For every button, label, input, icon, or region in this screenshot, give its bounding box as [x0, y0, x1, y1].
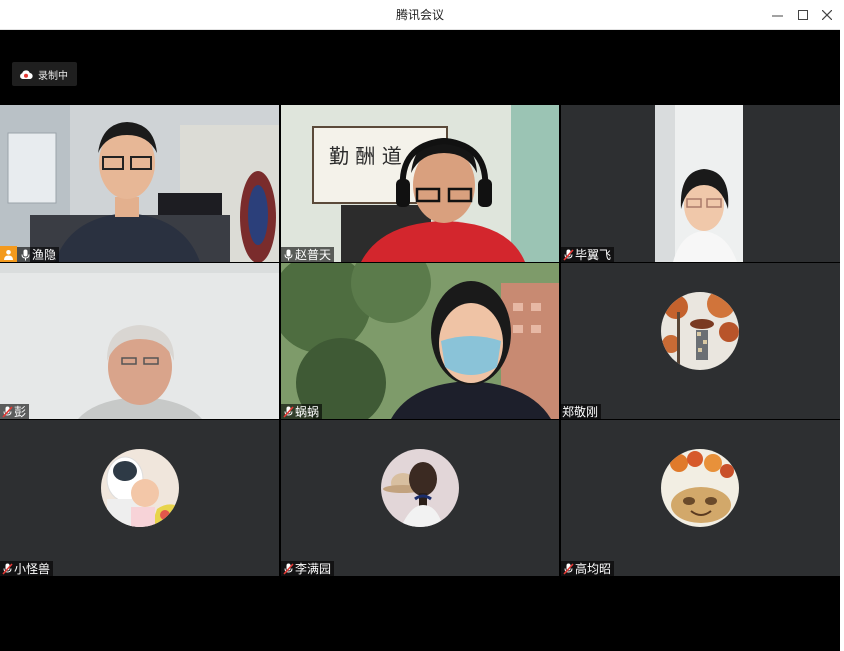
- participant-label: 郑敬刚: [561, 404, 602, 419]
- participant-label: 李满园: [281, 561, 335, 576]
- close-button[interactable]: [814, 0, 840, 30]
- close-icon: [822, 10, 832, 20]
- mic-muted-icon: [0, 561, 14, 576]
- participant-label: 赵普天: [281, 247, 335, 262]
- window-edge: [840, 0, 844, 651]
- participant-tile[interactable]: 渔隐: [0, 105, 279, 262]
- participant-tile[interactable]: 高均昭: [561, 420, 840, 576]
- participant-name: 郑敬刚: [562, 405, 599, 419]
- avatar: [381, 449, 459, 527]
- participant-name: 李满园: [295, 562, 332, 576]
- minimize-button[interactable]: [764, 0, 790, 30]
- mic-icon: [18, 247, 32, 262]
- participant-video: 勤 酬 道: [281, 105, 559, 262]
- participant-tile[interactable]: 郑敬刚: [561, 263, 840, 419]
- participant-tile[interactable]: 勤 酬 道 赵普天: [281, 105, 559, 262]
- participant-label: 蜗蜗: [281, 404, 323, 419]
- participant-tile[interactable]: 李满园: [281, 420, 559, 576]
- mic-muted-icon: [561, 561, 575, 576]
- title-bar: 腾讯会议: [0, 0, 840, 30]
- mic-muted-icon: [561, 247, 575, 262]
- participant-video: [0, 263, 279, 419]
- participant-tile[interactable]: 彭: [0, 263, 279, 419]
- participant-name: 毕翼飞: [575, 248, 612, 262]
- participant-name: 渔隐: [32, 248, 57, 262]
- participant-tile[interactable]: 小怪兽: [0, 420, 279, 576]
- maximize-button[interactable]: [790, 0, 816, 30]
- mic-muted-icon: [281, 404, 295, 419]
- avatar: [661, 292, 739, 370]
- avatar: [661, 449, 739, 527]
- participant-name: 高均昭: [575, 562, 612, 576]
- participant-tile[interactable]: 毕翼飞: [561, 105, 840, 262]
- video-grid: 渔隐 勤 酬 道 赵普天 毕翼飞 彭 蜗蜗 郑敬刚 小怪兽 李满园 高均昭: [0, 105, 840, 576]
- cloud-record-icon: [20, 69, 33, 79]
- participant-label: 小怪兽: [0, 561, 54, 576]
- participant-label: 彭: [0, 404, 30, 419]
- participant-label: 渔隐: [0, 246, 60, 262]
- meeting-window: 腾讯会议 录制中 渔隐 勤 酬 道 赵普天 毕翼飞 彭 蜗蜗 郑敬刚 小怪兽 李…: [0, 0, 840, 651]
- recording-label: 录制中: [38, 70, 68, 82]
- participant-video: [0, 105, 279, 262]
- participant-tile[interactable]: 蜗蜗: [281, 263, 559, 419]
- window-title: 腾讯会议: [395, 8, 444, 22]
- avatar: [101, 449, 179, 527]
- recording-indicator[interactable]: 录制中: [12, 62, 77, 86]
- participant-video: [561, 105, 840, 262]
- participant-video: [281, 263, 559, 419]
- participant-name: 彭: [14, 405, 27, 419]
- mic-icon: [281, 247, 295, 262]
- maximize-icon: [798, 10, 808, 20]
- svg-text:勤 酬 道: 勤 酬 道: [329, 144, 402, 168]
- mic-muted-icon: [281, 561, 295, 576]
- participant-name: 小怪兽: [14, 562, 51, 576]
- participant-name: 蜗蜗: [295, 405, 320, 419]
- participant-label: 高均昭: [561, 561, 615, 576]
- participant-name: 赵普天: [295, 248, 332, 262]
- participant-label: 毕翼飞: [561, 247, 615, 262]
- mic-muted-icon: [0, 404, 14, 419]
- minimize-icon: [771, 15, 783, 16]
- host-icon: [0, 246, 17, 262]
